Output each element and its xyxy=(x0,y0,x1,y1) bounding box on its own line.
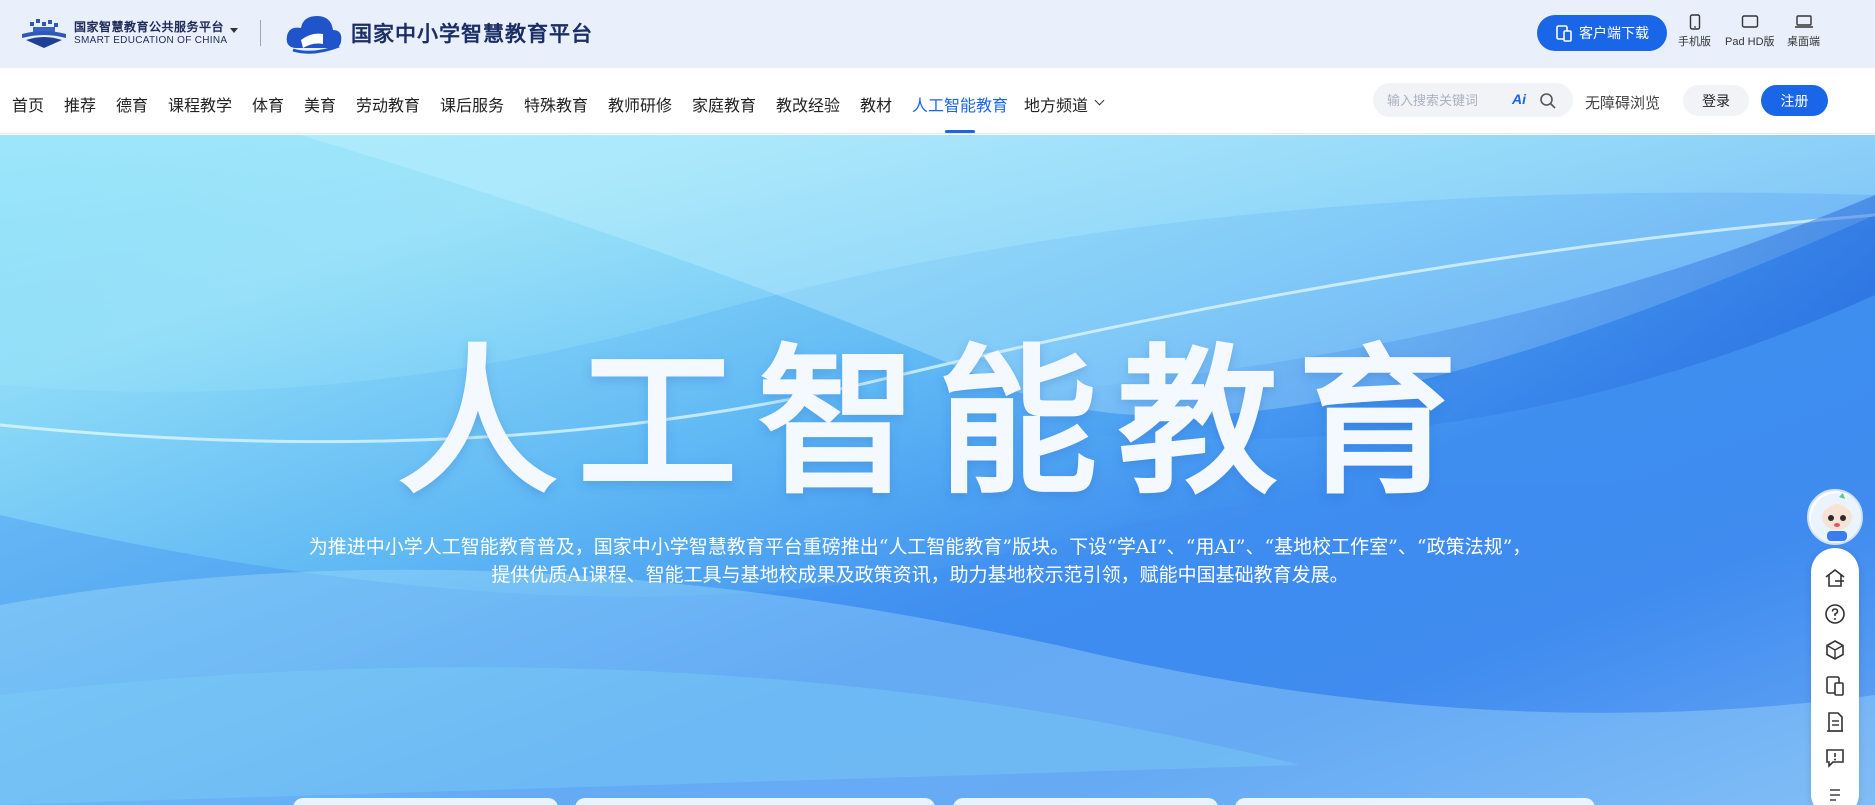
feature-card-1[interactable] xyxy=(293,798,558,805)
ai-search-icon[interactable]: Ai xyxy=(1512,91,1526,107)
nav-item-courses[interactable]: 课程教学 xyxy=(168,92,232,116)
nav-item-sports[interactable]: 体育 xyxy=(252,92,284,116)
search-icon[interactable] xyxy=(1539,92,1557,110)
nav-item-arts[interactable]: 美育 xyxy=(304,92,336,116)
brand-name-en: SMART EDUCATION OF CHINA xyxy=(74,35,228,47)
cube-icon[interactable] xyxy=(1823,638,1847,662)
nav-item-ai-education[interactable]: 人工智能教育 xyxy=(912,92,1008,116)
tablet-icon xyxy=(1741,15,1758,28)
feedback-icon[interactable] xyxy=(1823,746,1847,770)
platform-logo[interactable]: 国家中小学智慧教育平台 xyxy=(283,10,593,56)
devices-icon[interactable] xyxy=(1823,674,1847,698)
ai-assistant-mascot[interactable] xyxy=(1807,489,1863,545)
brand-logo-smart-education[interactable]: 国家智慧教育公共服务平台 SMART EDUCATION OF CHINA xyxy=(20,14,227,54)
nav-item-reform[interactable]: 教改经验 xyxy=(776,92,840,116)
nav-item-moral[interactable]: 德育 xyxy=(116,92,148,116)
register-button[interactable]: 注册 xyxy=(1761,85,1828,116)
client-download-label: 客户端下载 xyxy=(1579,25,1649,41)
hero-banner: 人工智能教育 为推进中小学人工智能教育普及，国家中小学智慧教育平台重磅推出“人工… xyxy=(0,135,1875,805)
main-nav: 首页 推荐 德育 课程教学 体育 美育 劳动教育 课后服务 特殊教育 教师研修 … xyxy=(0,68,1875,134)
nav-item-recommend[interactable]: 推荐 xyxy=(64,92,96,116)
floating-toolbar xyxy=(1811,548,1859,805)
pad-version-link[interactable]: Pad HD版 xyxy=(1725,14,1775,49)
phone-version-label: 手机版 xyxy=(1678,36,1711,48)
document-icon[interactable] xyxy=(1823,710,1847,734)
smart-education-emblem-icon xyxy=(22,19,66,48)
cloud-book-logo-icon xyxy=(286,16,342,54)
brand-name-cn: 国家智慧教育公共服务平台 xyxy=(74,20,225,35)
phone-version-link[interactable]: 手机版 xyxy=(1678,14,1711,49)
nav-item-labor[interactable]: 劳动教育 xyxy=(356,92,420,116)
active-tab-indicator xyxy=(945,130,975,133)
feature-card-2[interactable] xyxy=(575,798,935,805)
nav-item-home[interactable]: 首页 xyxy=(12,92,44,116)
feature-card-3[interactable] xyxy=(953,798,1218,805)
menu-icon[interactable] xyxy=(1823,784,1847,805)
top-bar: 国家智慧教育公共服务平台 SMART EDUCATION OF CHINA 国家… xyxy=(0,0,1875,68)
search-box: Ai xyxy=(1373,83,1573,117)
nav-item-local-channels[interactable]: 地方频道 xyxy=(1024,92,1088,116)
client-download-button[interactable]: 客户端下载 xyxy=(1537,15,1667,51)
pad-version-label: Pad HD版 xyxy=(1725,36,1775,48)
login-button[interactable]: 登录 xyxy=(1683,85,1749,116)
desktop-version-link[interactable]: 桌面端 xyxy=(1787,14,1820,49)
nav-item-teacher-training[interactable]: 教师研修 xyxy=(608,92,672,116)
feature-card-4[interactable] xyxy=(1235,798,1595,805)
brand-divider xyxy=(260,20,261,46)
nav-item-after-school[interactable]: 课后服务 xyxy=(440,92,504,116)
nav-item-special-ed[interactable]: 特殊教育 xyxy=(524,92,588,116)
search-input[interactable] xyxy=(1387,83,1517,117)
help-icon[interactable] xyxy=(1823,602,1847,626)
platform-title: 国家中小学智慧教育平台 xyxy=(351,21,593,46)
hero-description: 为推进中小学人工智能教育普及，国家中小学智慧教育平台重磅推出“人工智能教育”版块… xyxy=(308,536,1532,586)
platform-switch-caret-icon[interactable] xyxy=(230,28,238,33)
accessibility-link[interactable]: 无障碍浏览 xyxy=(1585,92,1660,113)
devices-icon xyxy=(1556,25,1572,42)
desktop-version-label: 桌面端 xyxy=(1787,36,1820,48)
home-icon[interactable] xyxy=(1823,566,1847,590)
chevron-down-icon[interactable] xyxy=(1094,95,1105,106)
phone-icon xyxy=(1689,14,1700,30)
nav-item-family-ed[interactable]: 家庭教育 xyxy=(692,92,756,116)
nav-item-textbooks[interactable]: 教材 xyxy=(860,92,892,116)
hero-title: 人工智能教育 xyxy=(397,329,1478,516)
desktop-icon xyxy=(1794,15,1813,28)
